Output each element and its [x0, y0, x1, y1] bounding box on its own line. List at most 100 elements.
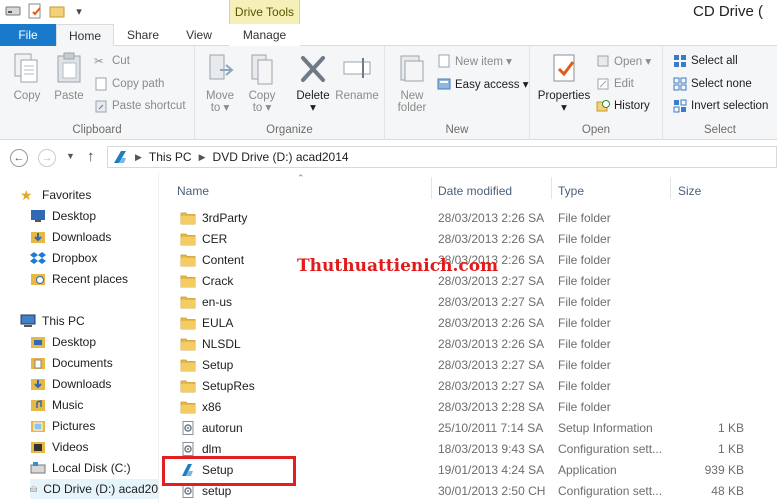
- copy-to-button[interactable]: Copy to ▾: [245, 52, 279, 114]
- column-header-name[interactable]: Name: [177, 181, 209, 201]
- invert-selection-button[interactable]: Invert selection: [673, 99, 768, 113]
- new-folder-qat-icon[interactable]: [48, 2, 66, 20]
- nav-downloads[interactable]: Downloads: [30, 227, 111, 247]
- file-name-cell[interactable]: Crack: [180, 270, 233, 291]
- breadcrumb-this-pc[interactable]: This PC: [149, 150, 192, 164]
- tab-manage[interactable]: Manage: [229, 24, 300, 46]
- table-row[interactable]: CER 28/03/2013 2:26 SA File folder: [173, 228, 777, 249]
- file-name-cell[interactable]: EULA: [180, 312, 233, 333]
- organize-group: Move to ▾ Copy to ▾ Delete ▾ Rename Orga…: [195, 46, 385, 140]
- new-folder-button[interactable]: New folder: [393, 52, 431, 114]
- file-name-cell[interactable]: en-us: [180, 291, 232, 312]
- pictures-icon: [31, 421, 45, 432]
- file-type: File folder: [558, 252, 611, 267]
- cut-button[interactable]: ✂ Cut: [94, 54, 130, 68]
- column-divider[interactable]: [431, 177, 432, 199]
- file-name-cell[interactable]: Setup: [180, 354, 233, 375]
- table-row[interactable]: Setup 28/03/2013 2:27 SA File folder: [173, 354, 777, 375]
- tab-home[interactable]: Home: [56, 24, 114, 47]
- easy-access-button[interactable]: Easy access ▾: [437, 77, 529, 91]
- edit-button[interactable]: Edit: [596, 77, 634, 91]
- copy-path-button[interactable]: Copy path: [94, 77, 164, 91]
- file-size: 1 KB: [717, 420, 744, 435]
- nav-dropbox[interactable]: Dropbox: [30, 248, 97, 268]
- file-name-cell[interactable]: SetupRes: [180, 375, 255, 396]
- copy-icon: [14, 53, 38, 83]
- nav-videos[interactable]: Videos: [30, 437, 88, 457]
- select-none-button[interactable]: Select none: [673, 77, 752, 91]
- file-date: 30/01/2013 2:50 CH: [438, 483, 546, 498]
- copy-to-icon: [251, 54, 273, 85]
- file-type: File folder: [558, 231, 611, 246]
- column-divider[interactable]: [670, 177, 671, 199]
- file-name-cell[interactable]: Content: [180, 249, 244, 270]
- forward-arrow-icon[interactable]: →: [38, 149, 56, 167]
- table-row[interactable]: 3rdParty 28/03/2013 2:26 SA File folder: [173, 207, 777, 228]
- nav-music[interactable]: Music: [30, 395, 83, 415]
- file-name-cell[interactable]: NLSDL: [180, 333, 241, 354]
- paste-button[interactable]: Paste: [52, 52, 86, 102]
- new-item-button[interactable]: New item ▾: [437, 54, 512, 68]
- file-size: [678, 396, 744, 417]
- nav-pc-downloads[interactable]: Downloads: [30, 374, 111, 394]
- tab-view[interactable]: View: [172, 24, 226, 46]
- open-button[interactable]: Open ▾: [596, 54, 651, 68]
- drive-icon[interactable]: [4, 2, 22, 20]
- nav-favorites[interactable]: ★ Favorites: [20, 185, 91, 205]
- sort-ascending-chevron-icon: ⌃: [297, 173, 305, 183]
- file-type: File folder: [558, 357, 611, 372]
- customize-qat-chevron-icon[interactable]: ▾: [70, 2, 88, 20]
- file-name-cell[interactable]: CER: [180, 228, 227, 249]
- properties-button[interactable]: Properties ▾: [536, 52, 592, 114]
- nav-pictures[interactable]: Pictures: [30, 416, 95, 436]
- nav-documents[interactable]: Documents: [30, 353, 113, 373]
- navigation-pane: ★ Favorites Desktop Downloads Dropbox Re…: [0, 173, 158, 503]
- rename-button[interactable]: Rename: [335, 52, 379, 102]
- breadcrumb-dvd-drive[interactable]: DVD Drive (D:) acad2014: [213, 150, 349, 164]
- organize-label: Organize: [266, 124, 313, 136]
- copy-button[interactable]: Copy: [10, 52, 44, 102]
- table-row[interactable]: NLSDL 28/03/2013 2:26 SA File folder: [173, 333, 777, 354]
- rename-icon: [343, 58, 371, 78]
- column-header-type[interactable]: Type: [558, 181, 584, 201]
- file-size: [678, 270, 744, 291]
- nav-pc-desktop[interactable]: Desktop: [30, 332, 96, 352]
- column-divider[interactable]: [551, 177, 552, 199]
- address-bar[interactable]: ▶ This PC ▶ DVD Drive (D:) acad2014: [107, 146, 777, 168]
- select-all-button[interactable]: Select all: [673, 54, 738, 68]
- nav-desktop[interactable]: Desktop: [30, 206, 96, 226]
- table-row[interactable]: autorun 25/10/2011 7:14 SA Setup Informati…: [173, 417, 777, 438]
- delete-button[interactable]: Delete ▾: [293, 52, 333, 114]
- file-name: NLSDL: [202, 336, 241, 351]
- back-arrow-icon[interactable]: ←: [10, 149, 28, 167]
- file-name-cell[interactable]: 3rdParty: [180, 207, 247, 228]
- file-type: File folder: [558, 378, 611, 393]
- properties-icon[interactable]: [26, 2, 44, 20]
- move-to-icon: [209, 54, 234, 80]
- nav-local-disk[interactable]: Local Disk (C:): [30, 458, 131, 478]
- table-row[interactable]: EULA 28/03/2013 2:26 SA File folder: [173, 312, 777, 333]
- tab-share[interactable]: Share: [116, 24, 170, 46]
- paste-shortcut-button[interactable]: Paste shortcut: [94, 99, 186, 113]
- history-button[interactable]: History: [596, 99, 650, 113]
- nav-cd-drive[interactable]: CD Drive (D:) acad20: [30, 479, 158, 499]
- nav-this-pc[interactable]: This PC: [20, 311, 85, 331]
- file-date: 28/03/2013 2:27 SA: [438, 378, 545, 393]
- table-row[interactable]: en-us 28/03/2013 2:27 SA File folder: [173, 291, 777, 312]
- scissors-icon: ✂: [94, 56, 104, 68]
- table-row[interactable]: SetupRes 28/03/2013 2:27 SA File folder: [173, 375, 777, 396]
- column-header-date[interactable]: Date modified: [438, 181, 512, 201]
- nav-recent-places[interactable]: Recent places: [30, 269, 128, 289]
- recent-locations-chevron-icon[interactable]: ▼: [66, 151, 75, 161]
- file-name-cell[interactable]: autorun: [180, 417, 243, 438]
- table-row[interactable]: x86 28/03/2013 2:28 SA File folder: [173, 396, 777, 417]
- context-tab-header: Drive Tools: [229, 0, 300, 24]
- file-name-cell[interactable]: x86: [180, 396, 221, 417]
- move-to-button[interactable]: Move to ▾: [203, 52, 237, 114]
- file-name: x86: [202, 399, 222, 414]
- up-arrow-icon[interactable]: ↑: [87, 148, 95, 165]
- tab-file[interactable]: File: [0, 24, 56, 46]
- file-name: Content: [202, 252, 245, 267]
- breadcrumb-separator-icon: ▶: [135, 151, 142, 162]
- column-header-size[interactable]: Size: [678, 181, 701, 201]
